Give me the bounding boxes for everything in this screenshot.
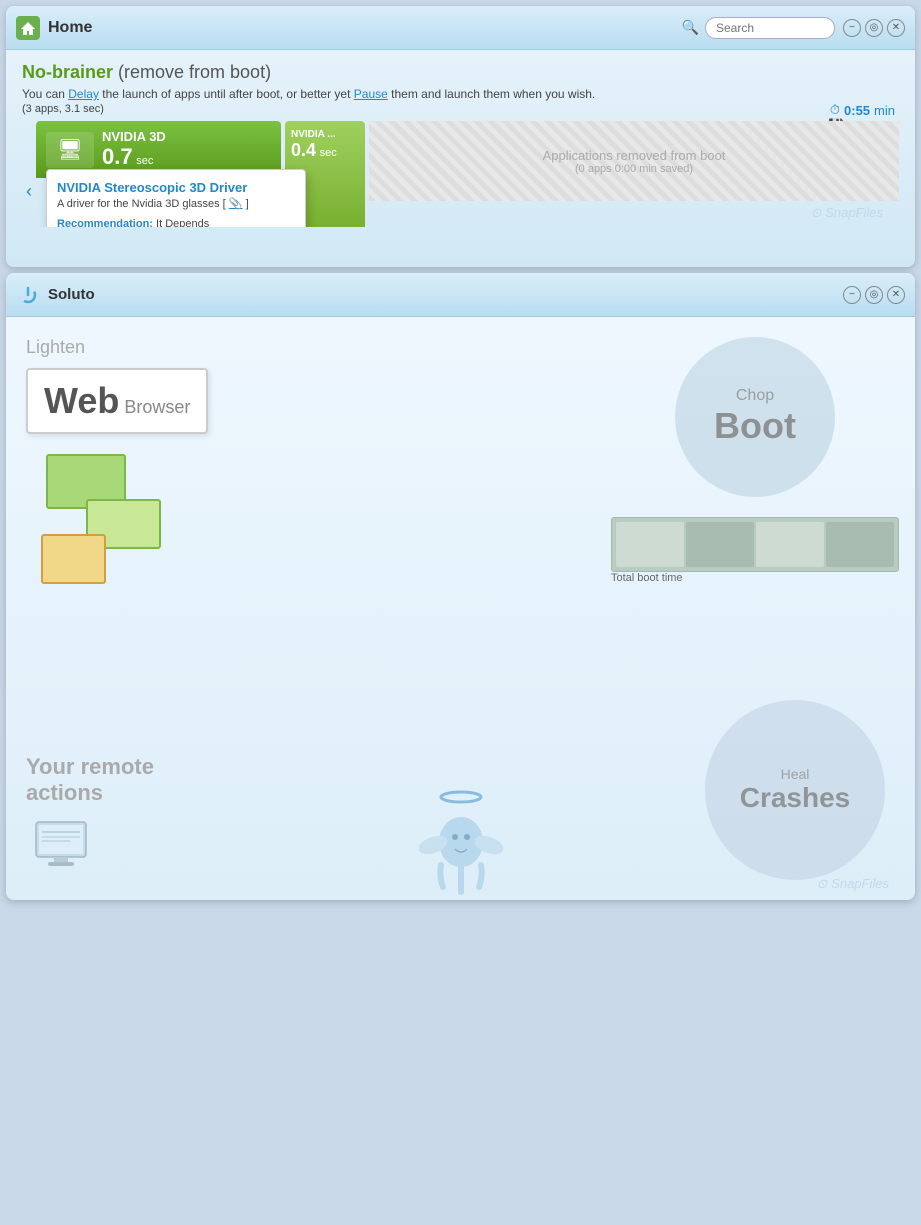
timer-value: 0:55 (844, 103, 870, 118)
app-card-unit: sec (136, 155, 153, 167)
search-icon: 🔍 (682, 19, 699, 36)
nobrainer-subheading: (remove from boot) (113, 62, 271, 82)
nobrainer-title: No-brainer (remove from boot) (22, 62, 899, 83)
nobrainer-desc: You can Delay the launch of apps until a… (22, 87, 899, 101)
heal-crashes-circle[interactable]: Heal Crashes (705, 700, 885, 880)
power-icon (16, 283, 40, 307)
boot-segment-3 (756, 522, 824, 567)
delay-link[interactable]: Delay (68, 87, 99, 101)
puzzle-piece-yellow (41, 534, 106, 584)
bottom-snapfiles-logo: ⊙ SnapFiles (801, 872, 905, 896)
browser-text: Browser (119, 397, 190, 417)
timer-icon: ⏱ (830, 102, 840, 118)
total-boot-label: Total boot time (611, 572, 899, 584)
boot-segment-4 (826, 522, 894, 567)
search-area: 🔍 (682, 17, 835, 39)
home-icon (16, 16, 40, 40)
snapfiles-logo: ⊙ SnapFiles (369, 201, 899, 227)
tooltip-title: NVIDIA Stereoscopic 3D Driver (57, 180, 295, 195)
page-title: Home (48, 19, 682, 37)
pause-link[interactable]: Pause (354, 87, 388, 101)
app-card-time: 0.7 (102, 144, 133, 169)
crashes-label: Crashes (740, 782, 851, 814)
secondary-card-time: 0.4 (291, 140, 316, 160)
right-section: Applications removed from boot (0 apps 0… (369, 121, 899, 227)
boot-segment-2 (686, 522, 754, 567)
removed-subtitle: (0 apps 0:00 min saved) (575, 163, 693, 175)
web-text: Web (44, 380, 119, 421)
app-icon: 🖥 (46, 132, 94, 168)
secondary-card-name: NVIDIA ... (291, 129, 359, 140)
desc-before: You can (22, 87, 68, 101)
tooltip-rec: Recommendation: It Depends (57, 218, 295, 227)
bottom-panel: Soluto − ◎ ✕ Lighten Web Browser Your re… (6, 273, 915, 900)
computer-icon (26, 817, 106, 877)
chop-boot-circle[interactable]: Chop Boot (675, 337, 835, 497)
top-titlebar: Home 🔍 − ◎ ✕ (6, 6, 915, 50)
removed-title: Applications removed from boot (543, 148, 726, 163)
close-button[interactable]: ✕ (887, 19, 905, 37)
lighten-label: Lighten (26, 337, 575, 358)
prev-button[interactable]: ‹ (22, 121, 36, 202)
bottom-title: Soluto (48, 286, 843, 303)
maximize-button[interactable]: ◎ (865, 19, 883, 37)
search-input[interactable] (705, 17, 835, 39)
angel-icon (411, 777, 511, 897)
tooltip-popup: NVIDIA Stereoscopic 3D Driver A driver f… (46, 169, 306, 227)
top-panel: Home 🔍 − ◎ ✕ No-brainer (remove from boo… (6, 6, 915, 267)
timer-unit: min (874, 103, 895, 118)
boot-label: Boot (714, 405, 796, 447)
boot-segment-1 (616, 522, 684, 567)
bottom-minimize-button[interactable]: − (843, 286, 861, 304)
secondary-card-unit: sec (320, 147, 337, 159)
removed-area: Applications removed from boot (0 apps 0… (369, 121, 899, 201)
cards-row: 🖥 NVIDIA 3D 0.7 sec NVIDIA Stereoscopic … (36, 121, 899, 227)
bottom-content: Lighten Web Browser Your remoteactions (6, 317, 915, 900)
nobrainer-stats: (3 apps, 3.1 sec) (22, 103, 899, 115)
info-link[interactable]: 📎 (229, 198, 243, 210)
window-controls: − ◎ ✕ (843, 19, 905, 37)
web-browser-box[interactable]: Web Browser (26, 368, 208, 434)
bottom-close-button[interactable]: ✕ (887, 286, 905, 304)
heal-label: Heal (781, 766, 810, 782)
boot-bar-area: Total boot time (611, 517, 899, 584)
angel-illustration (411, 777, 511, 900)
chop-label: Chop (736, 387, 774, 405)
nobrainer-section: No-brainer (remove from boot) You can De… (22, 62, 899, 115)
minimize-button[interactable]: − (843, 19, 861, 37)
puzzle-area (26, 454, 186, 574)
bottom-maximize-button[interactable]: ◎ (865, 286, 883, 304)
tooltip-desc: A driver for the Nvidia 3D glasses [ 📎 ] (57, 197, 295, 210)
timer-row: ⏱ 0:55 min (828, 102, 895, 118)
app-card-name: NVIDIA 3D (102, 129, 166, 144)
boot-bar (611, 517, 899, 572)
carousel-area: ‹ 🖥 NVIDIA 3D 0.7 sec (6, 121, 915, 227)
bottom-window-controls: − ◎ ✕ (843, 286, 905, 304)
bottom-titlebar: Soluto − ◎ ✕ (6, 273, 915, 317)
nobrainer-heading: No-brainer (22, 62, 113, 82)
